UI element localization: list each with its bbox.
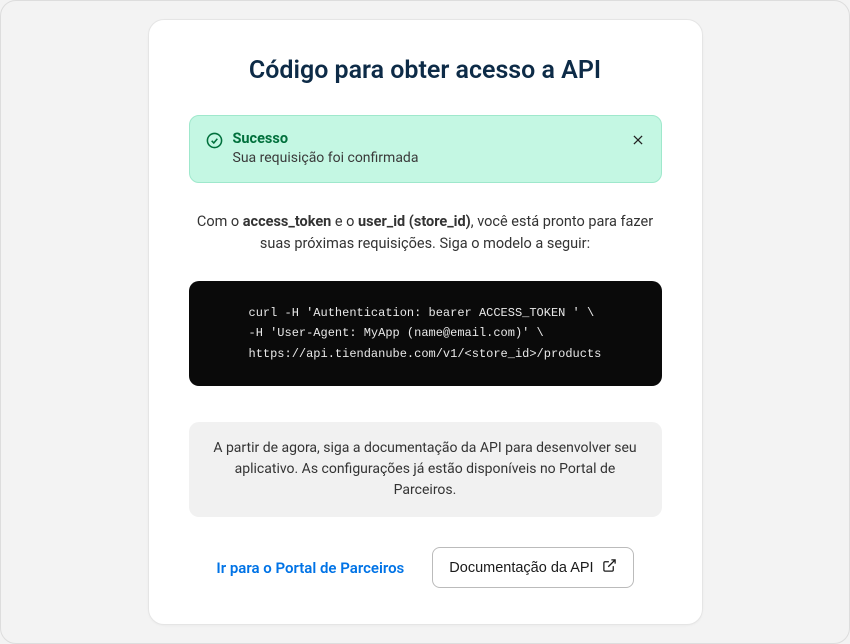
desc-mid: e o — [331, 213, 358, 230]
desc-bold-user-id: user_id (store_id) — [358, 213, 471, 230]
desc-bold-access-token: access_token — [243, 213, 332, 230]
docs-button-label: Documentação da API — [449, 560, 593, 576]
api-access-card: Código para obter acesso a API Sucesso S… — [148, 19, 703, 625]
check-circle-icon — [206, 132, 223, 153]
description-text: Com o access_token e o user_id (store_id… — [189, 211, 662, 255]
alert-message: Sua requisição foi confirmada — [233, 149, 621, 169]
actions-row: Ir para o Portal de Parceiros Documentaç… — [189, 547, 662, 588]
desc-prefix: Com o — [197, 213, 243, 230]
docs-button[interactable]: Documentação da API — [432, 547, 633, 588]
code-sample: curl -H 'Authentication: bearer ACCESS_T… — [189, 281, 662, 386]
portal-link[interactable]: Ir para o Portal de Parceiros — [216, 559, 404, 577]
alert-content: Sucesso Sua requisição foi confirmada — [233, 130, 621, 168]
close-icon[interactable] — [631, 132, 645, 151]
external-link-icon — [602, 558, 617, 577]
success-alert: Sucesso Sua requisição foi confirmada — [189, 115, 662, 183]
alert-title: Sucesso — [233, 130, 621, 149]
info-box: A partir de agora, siga a documentação d… — [189, 422, 662, 517]
page-title: Código para obter acesso a API — [189, 56, 662, 85]
